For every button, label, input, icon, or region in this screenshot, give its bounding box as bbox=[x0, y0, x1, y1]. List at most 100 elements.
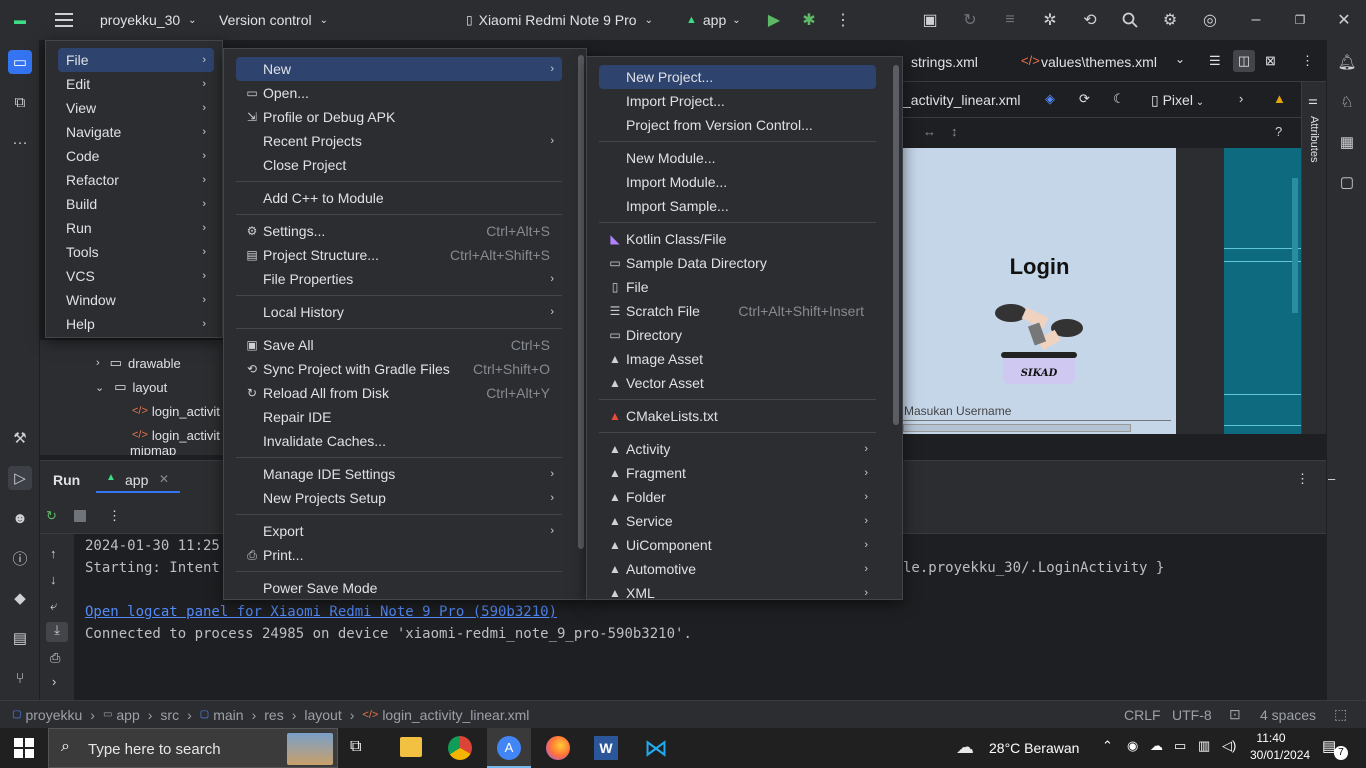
help-icon[interactable]: ? bbox=[1275, 124, 1282, 139]
resource-manager-icon[interactable]: ⧉ bbox=[8, 90, 32, 114]
file-menu-open[interactable]: ▭ Open... bbox=[236, 81, 562, 105]
onedrive-icon[interactable]: ☁ bbox=[1150, 738, 1163, 754]
new-menu-folder[interactable]: ▲ Folder › bbox=[599, 485, 876, 509]
windows-start-icon[interactable] bbox=[14, 738, 34, 761]
scroll-to-end-icon[interactable]: ⤓ bbox=[46, 622, 68, 642]
layout-preview[interactable]: Login SIKAD Masukan Username bbox=[903, 148, 1176, 434]
rerun-icon[interactable]: ↻ bbox=[46, 508, 57, 524]
chevron-up-icon[interactable]: ⌃ bbox=[1102, 738, 1113, 754]
new-menu-automotive[interactable]: ▲ Automotive › bbox=[599, 557, 876, 581]
file-menu-reload[interactable]: ↻ Reload All from Disk Ctrl+Alt+Y bbox=[236, 381, 562, 405]
more-vertical-icon[interactable]: ⋮ bbox=[1296, 471, 1309, 487]
tree-row-layout[interactable]: ⌄ ▭ layout bbox=[40, 375, 167, 399]
gradle-sync-icon[interactable]: ⟲ bbox=[1078, 8, 1102, 32]
file-encoding[interactable]: UTF-8 bbox=[1172, 701, 1212, 728]
tree-row-drawable[interactable]: › ▭ drawable bbox=[40, 351, 181, 375]
blueprint-preview[interactable] bbox=[1224, 148, 1301, 434]
new-menu-fragment[interactable]: ▲ Fragment › bbox=[599, 461, 876, 485]
tree-row-mipmap[interactable]: mipmap bbox=[40, 446, 176, 455]
weather-text[interactable]: 28°C Berawan bbox=[989, 740, 1079, 756]
profiler-icon[interactable]: ✲ bbox=[1038, 8, 1062, 32]
file-menu-new[interactable]: New › bbox=[236, 57, 562, 81]
menu-item-view[interactable]: View › bbox=[58, 96, 214, 120]
restore-icon[interactable]: ❐ bbox=[1288, 8, 1312, 32]
more-vertical-icon[interactable]: ⋮ bbox=[831, 8, 855, 32]
breadcrumb-item[interactable]: app bbox=[116, 707, 139, 723]
menu-item-refactor[interactable]: Refactor › bbox=[58, 168, 214, 192]
device-manager-icon[interactable]: ▣ bbox=[918, 8, 942, 32]
git-icon[interactable]: ⑂ bbox=[8, 666, 32, 690]
meet-now-icon[interactable]: ◉ bbox=[1127, 738, 1138, 754]
new-menu-service[interactable]: ▲ Service › bbox=[599, 509, 876, 533]
file-menu-recent-projects[interactable]: Recent Projects › bbox=[236, 129, 562, 153]
file-menu-print[interactable]: ⎙ Print... bbox=[236, 543, 562, 567]
new-menu-directory[interactable]: ▭ Directory bbox=[599, 323, 876, 347]
file-menu-save-all[interactable]: ▣ Save All Ctrl+S bbox=[236, 333, 562, 357]
arrow-down-icon[interactable]: ↓ bbox=[50, 572, 57, 587]
device-explorer-icon[interactable]: ▦ bbox=[1335, 130, 1359, 154]
new-menu-scratch-file[interactable]: ☰ Scratch File Ctrl+Alt+Shift+Insert bbox=[599, 299, 876, 323]
horizontal-resize-icon[interactable]: ↔ bbox=[923, 124, 936, 139]
print-icon[interactable]: ⎙ bbox=[50, 650, 60, 666]
device-preview-selector[interactable]: ▯ Pixel ⌄ bbox=[1151, 92, 1204, 109]
run-config-selector[interactable]: ▲ app ⌄ bbox=[686, 0, 741, 40]
battery-icon[interactable]: ▭ bbox=[1174, 738, 1186, 754]
menu-item-build[interactable]: Build › bbox=[58, 192, 214, 216]
new-menu-image-asset[interactable]: ▲ Image Asset bbox=[599, 347, 876, 371]
new-menu-kotlin-class[interactable]: ◣ Kotlin Class/File bbox=[599, 227, 876, 251]
more-vertical-icon[interactable]: ⋮ bbox=[1301, 53, 1314, 69]
run-tab-app[interactable]: ▲ app ✕ bbox=[96, 467, 180, 493]
file-explorer-icon[interactable] bbox=[400, 737, 422, 757]
breadcrumb-item[interactable]: main bbox=[213, 707, 243, 723]
new-menu-vector-asset[interactable]: ▲ Vector Asset bbox=[599, 371, 876, 395]
project-folder-icon[interactable]: ▭ bbox=[8, 50, 32, 74]
menu-item-tools[interactable]: Tools › bbox=[58, 240, 214, 264]
menu-item-file[interactable]: File › bbox=[58, 48, 214, 72]
file-menu-power-save-mode[interactable]: Power Save Mode bbox=[236, 576, 562, 599]
breadcrumb-item[interactable]: src bbox=[160, 707, 179, 723]
soft-wrap-icon[interactable]: ⤶ bbox=[50, 598, 57, 614]
new-menu-new-module[interactable]: New Module... bbox=[599, 146, 876, 170]
new-menu-import-module[interactable]: Import Module... bbox=[599, 170, 876, 194]
breadcrumb-item[interactable]: proyekku bbox=[25, 707, 82, 723]
clock[interactable]: 11:40 30/01/2024 bbox=[1250, 731, 1310, 762]
menu-item-code[interactable]: Code › bbox=[58, 144, 214, 168]
chevron-right-icon[interactable]: › bbox=[52, 674, 56, 689]
device-selector[interactable]: ▯ Xiaomi Redmi Note 9 Pro ⌄ bbox=[466, 0, 653, 40]
debug-icon[interactable]: ✱ bbox=[797, 8, 821, 32]
file-menu-file-properties[interactable]: File Properties › bbox=[236, 267, 562, 291]
file-menu-sync-gradle[interactable]: ⟲ Sync Project with Gradle Files Ctrl+Shif… bbox=[236, 357, 562, 381]
arrow-up-icon[interactable]: ↑ bbox=[50, 546, 57, 561]
file-menu-manage-ide-settings[interactable]: Manage IDE Settings › bbox=[236, 462, 562, 486]
new-menu-new-project[interactable]: New Project... bbox=[599, 65, 876, 89]
build-hammer-icon[interactable]: ⚒ bbox=[8, 426, 32, 450]
breadcrumb-item[interactable]: layout bbox=[304, 707, 341, 723]
new-menu-import-sample[interactable]: Import Sample... bbox=[599, 194, 876, 218]
file-menu-settings[interactable]: ⚙ Settings... Ctrl+Alt+S bbox=[236, 219, 562, 243]
file-menu-project-structure[interactable]: ▤ Project Structure... Ctrl+Alt+Shift+S bbox=[236, 243, 562, 267]
gear-icon[interactable]: ⚙ bbox=[1158, 8, 1182, 32]
menu-item-help[interactable]: Help › bbox=[58, 312, 214, 336]
orientation-icon[interactable]: ⟳ bbox=[1079, 91, 1090, 107]
tree-row-file[interactable]: </> login_activit bbox=[40, 423, 220, 447]
line-separator[interactable]: CRLF bbox=[1124, 701, 1161, 728]
android-studio-taskbar-icon[interactable]: A bbox=[487, 728, 531, 768]
file-menu-add-cpp[interactable]: Add C++ to Module bbox=[236, 186, 562, 210]
menu-scrollbar[interactable] bbox=[893, 65, 899, 425]
emulator-icon[interactable]: ▢ bbox=[1335, 170, 1359, 194]
chevron-right-icon[interactable]: › bbox=[1239, 91, 1243, 106]
menu-item-window[interactable]: Window › bbox=[58, 288, 214, 312]
design-view-icon[interactable]: ⊠ bbox=[1265, 53, 1276, 69]
app-inspection-icon[interactable]: ◆ bbox=[8, 586, 32, 610]
volume-icon[interactable]: ◁) bbox=[1222, 738, 1236, 754]
firefox-icon[interactable] bbox=[546, 736, 570, 760]
breadcrumb-item[interactable]: res bbox=[264, 707, 283, 723]
menu-item-edit[interactable]: Edit › bbox=[58, 72, 214, 96]
new-menu-uicomponent[interactable]: ▲ UiComponent › bbox=[599, 533, 876, 557]
new-menu-activity[interactable]: ▲ Activity › bbox=[599, 437, 876, 461]
task-view-icon[interactable]: ⧉ bbox=[350, 738, 361, 756]
indent-setting[interactable]: 4 spaces bbox=[1260, 701, 1316, 728]
memory-indicator-icon[interactable]: ⊡ bbox=[1229, 701, 1241, 728]
terminal-icon[interactable]: ▤ bbox=[8, 626, 32, 650]
design-surface-icon[interactable]: ◈ bbox=[1045, 91, 1055, 107]
